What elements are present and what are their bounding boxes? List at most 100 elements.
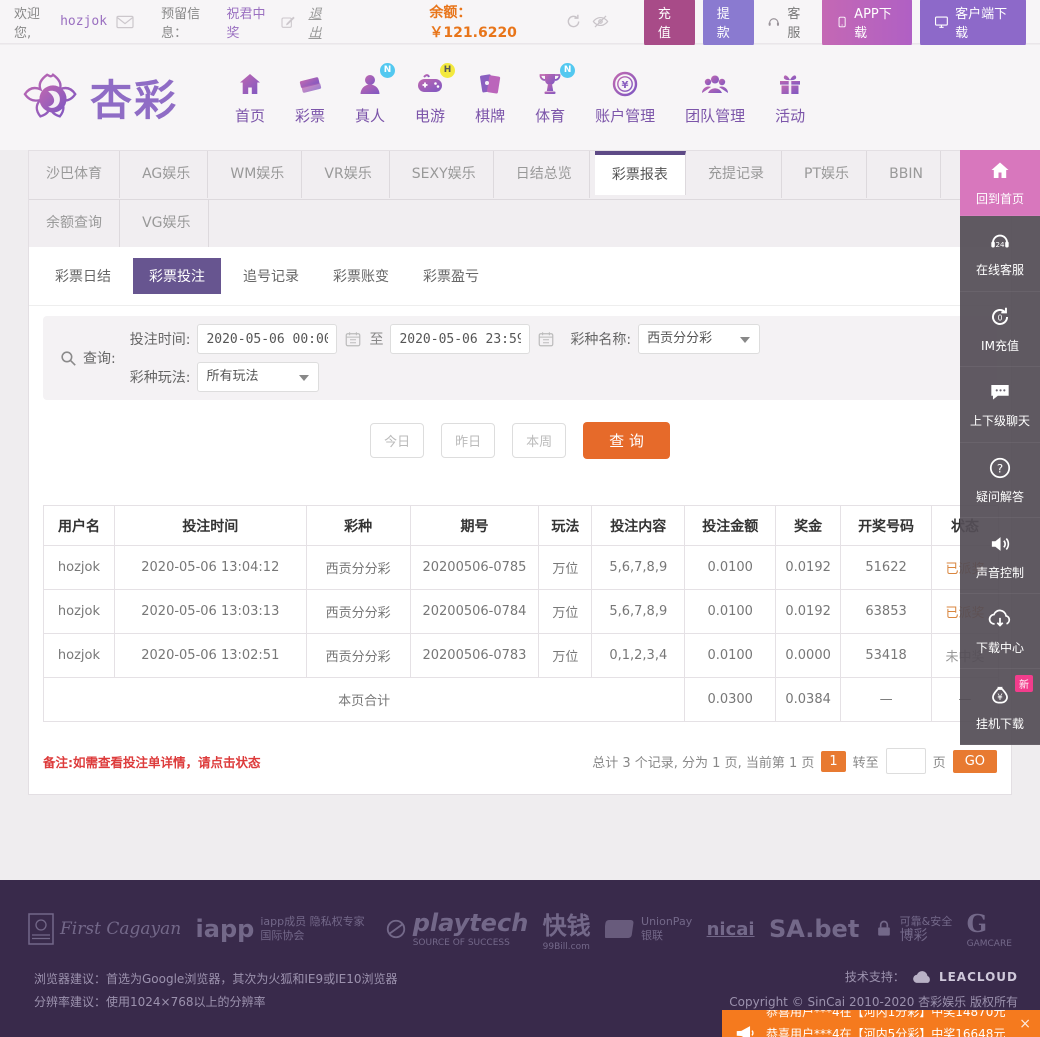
nav-lottery[interactable]: 彩票 bbox=[295, 70, 325, 126]
refresh-balance-icon[interactable] bbox=[564, 12, 583, 31]
speaker-icon bbox=[991, 536, 1010, 551]
table-total-row: 本页合计 0.0300 0.0384 — — bbox=[42, 677, 999, 722]
nav-home[interactable]: 首页 bbox=[235, 70, 265, 126]
goto-label: 转至 bbox=[852, 755, 879, 771]
tab-vr[interactable]: VR娱乐 bbox=[307, 151, 390, 198]
tab-daily-summary[interactable]: 日结总览 bbox=[499, 151, 590, 198]
sidebar-chat[interactable]: 上下级聊天 bbox=[960, 367, 1040, 443]
nav-live[interactable]: 真人 N bbox=[355, 62, 396, 126]
new-badge: 新 bbox=[1015, 675, 1033, 693]
tab-lottery-report[interactable]: 彩票报表 bbox=[594, 151, 686, 195]
logo-iapp: iapp iapp成员 隐私权专家国际协会 bbox=[195, 915, 365, 943]
notification-line2: 恭喜用户***4在【河内5分彩】中奖16648元 bbox=[766, 1027, 1006, 1037]
reserved-value: 祝君中奖 bbox=[226, 6, 266, 41]
subtab-lottery-daily[interactable]: 彩票日结 bbox=[43, 258, 123, 294]
tab-bbin[interactable]: BBIN bbox=[872, 151, 941, 198]
deposit-button[interactable]: 充值 bbox=[643, 0, 695, 47]
tab-vg[interactable]: VG娱乐 bbox=[125, 200, 209, 247]
close-icon[interactable]: × bbox=[1019, 1016, 1031, 1032]
pagination-summary: 总计 3 个记录, 分为 1 页, 当前第 1 页 bbox=[592, 755, 815, 771]
logo-unionpay: UnionPay 银联 bbox=[605, 915, 692, 943]
sidebar-sound[interactable]: 声音控制 bbox=[960, 518, 1040, 594]
mail-icon[interactable] bbox=[115, 14, 135, 30]
nav-account[interactable]: ¥ 账户管理 bbox=[595, 70, 655, 126]
notification-line1: 恭喜用户***4在【河内1分彩】中奖14870元 bbox=[766, 1010, 1006, 1019]
play-type-select[interactable]: 所有玩法 bbox=[197, 362, 320, 392]
logo-99bill: 快钱 99Bill.com bbox=[542, 911, 591, 952]
edit-icon[interactable] bbox=[280, 14, 296, 30]
cards-icon bbox=[480, 73, 501, 93]
pagination: 总计 3 个记录, 分为 1 页, 当前第 1 页 1 转至 页 GO bbox=[592, 748, 997, 774]
bets-table: 用户名投注时间彩种期号玩法投注内容投注金额奖金开奖号码状态 hozjok2020… bbox=[42, 505, 999, 722]
brand-logo[interactable]: 杏彩 bbox=[22, 67, 207, 129]
cloud-icon bbox=[913, 971, 930, 983]
sidebar-online-service[interactable]: 24 在线客服 bbox=[960, 216, 1040, 292]
query-label: 查询: bbox=[59, 348, 116, 368]
quick-sidebar: 回到首页 24 在线客服 0 IM充值 上下级聊天 ? 疑问解答 声音控制 下载… bbox=[960, 150, 1040, 746]
page-unit-label: 页 bbox=[932, 755, 946, 771]
resolution-tip: 分辨率建议：使用1024×768以上的分辨率 bbox=[34, 995, 266, 1009]
monitor-icon bbox=[935, 15, 949, 28]
this-week-button[interactable]: 本周 bbox=[512, 423, 567, 458]
subtab-chase-records[interactable]: 追号记录 bbox=[231, 258, 311, 294]
megaphone-icon bbox=[736, 1026, 754, 1037]
lottery-name-select[interactable]: 西贡分分彩 bbox=[638, 324, 761, 354]
lottery-name-label: 彩种名称: bbox=[570, 332, 632, 348]
logo-gamcare: G GAMCARE bbox=[966, 908, 1012, 949]
tab-sexy[interactable]: SEXY娱乐 bbox=[395, 151, 494, 198]
tab-shaba-sports[interactable]: 沙巴体育 bbox=[29, 151, 120, 198]
content-card: 沙巴体育 AG娱乐 WM娱乐 VR娱乐 SEXY娱乐 日结总览 彩票报表 充提记… bbox=[28, 150, 1012, 795]
subtab-lottery-bets[interactable]: 彩票投注 bbox=[133, 258, 221, 294]
service-button[interactable]: 客服 bbox=[762, 0, 814, 47]
recharge-refresh-icon: 0 bbox=[992, 307, 1009, 325]
flower-logo-icon bbox=[23, 72, 77, 118]
report-tabs-row1: 沙巴体育 AG娱乐 WM娱乐 VR娱乐 SEXY娱乐 日结总览 彩票报表 充提记… bbox=[29, 151, 1011, 199]
logo-sabet: SA.bet bbox=[768, 915, 860, 943]
coin-icon: ¥ bbox=[612, 71, 638, 96]
nav-sports[interactable]: 体育 N bbox=[535, 62, 576, 126]
sidebar-hangup-download[interactable]: 新 ¥ 挂机下载 bbox=[960, 669, 1040, 746]
tab-balance-query[interactable]: 余额查询 bbox=[29, 200, 120, 247]
bet-time-label: 投注时间: bbox=[129, 332, 191, 348]
time-to-input[interactable] bbox=[390, 324, 531, 354]
tab-ag[interactable]: AG娱乐 bbox=[125, 151, 209, 198]
tab-pt[interactable]: PT娱乐 bbox=[787, 151, 868, 198]
client-download-button[interactable]: 客户端下载 bbox=[920, 0, 1027, 47]
gift-icon bbox=[780, 74, 801, 94]
sidebar-download-center[interactable]: 下载中心 bbox=[960, 594, 1040, 670]
go-button[interactable]: GO bbox=[952, 749, 997, 773]
sidebar-back-home[interactable]: 回到首页 bbox=[960, 150, 1040, 216]
hide-balance-icon[interactable] bbox=[591, 12, 610, 31]
subtab-lottery-pnl[interactable]: 彩票盈亏 bbox=[411, 258, 491, 294]
quick-filters: 今日 昨日 本周 查 询 bbox=[29, 422, 1011, 459]
current-page-button[interactable]: 1 bbox=[821, 750, 846, 772]
headset-icon bbox=[768, 17, 779, 26]
sidebar-faq[interactable]: ? 疑问解答 bbox=[960, 443, 1040, 519]
app-download-button[interactable]: APP下载 bbox=[821, 0, 913, 47]
logout-link[interactable]: 退出 bbox=[308, 3, 331, 41]
nav-cards[interactable]: 棋牌 bbox=[475, 70, 505, 126]
calendar-icon bbox=[346, 332, 361, 347]
svg-text:0: 0 bbox=[998, 313, 1003, 322]
table-row: hozjok 2020-05-06 13:04:12 西贡分分彩 20200506-0… bbox=[43, 545, 999, 590]
yesterday-button[interactable]: 昨日 bbox=[441, 423, 496, 458]
home-icon bbox=[240, 73, 260, 94]
query-button[interactable]: 查 询 bbox=[583, 422, 670, 459]
home-icon bbox=[991, 162, 1009, 178]
sidebar-im-recharge[interactable]: 0 IM充值 bbox=[960, 292, 1040, 368]
nav-promotions[interactable]: 活动 bbox=[775, 70, 805, 126]
nav-team[interactable]: 团队管理 bbox=[685, 70, 745, 126]
tab-deposit-records[interactable]: 充提记录 bbox=[691, 151, 782, 198]
withdraw-button[interactable]: 提款 bbox=[702, 0, 754, 47]
time-from-input[interactable] bbox=[197, 324, 338, 354]
headset-24-icon: 24 bbox=[991, 235, 1009, 249]
today-button[interactable]: 今日 bbox=[370, 423, 425, 458]
report-tabs-row2: 余额查询 VG娱乐 bbox=[29, 199, 1011, 247]
team-icon bbox=[702, 75, 729, 93]
subtab-lottery-changes[interactable]: 彩票账变 bbox=[321, 258, 401, 294]
tab-wm[interactable]: WM娱乐 bbox=[213, 151, 303, 198]
nav-egames[interactable]: 电游 H bbox=[415, 62, 456, 126]
table-row: hozjok 2020-05-06 13:03:13 西贡分分彩 20200506-0… bbox=[43, 589, 999, 634]
goto-page-input[interactable] bbox=[885, 748, 926, 774]
logo-safe-gaming: 可靠&安全 博彩 bbox=[874, 915, 952, 943]
